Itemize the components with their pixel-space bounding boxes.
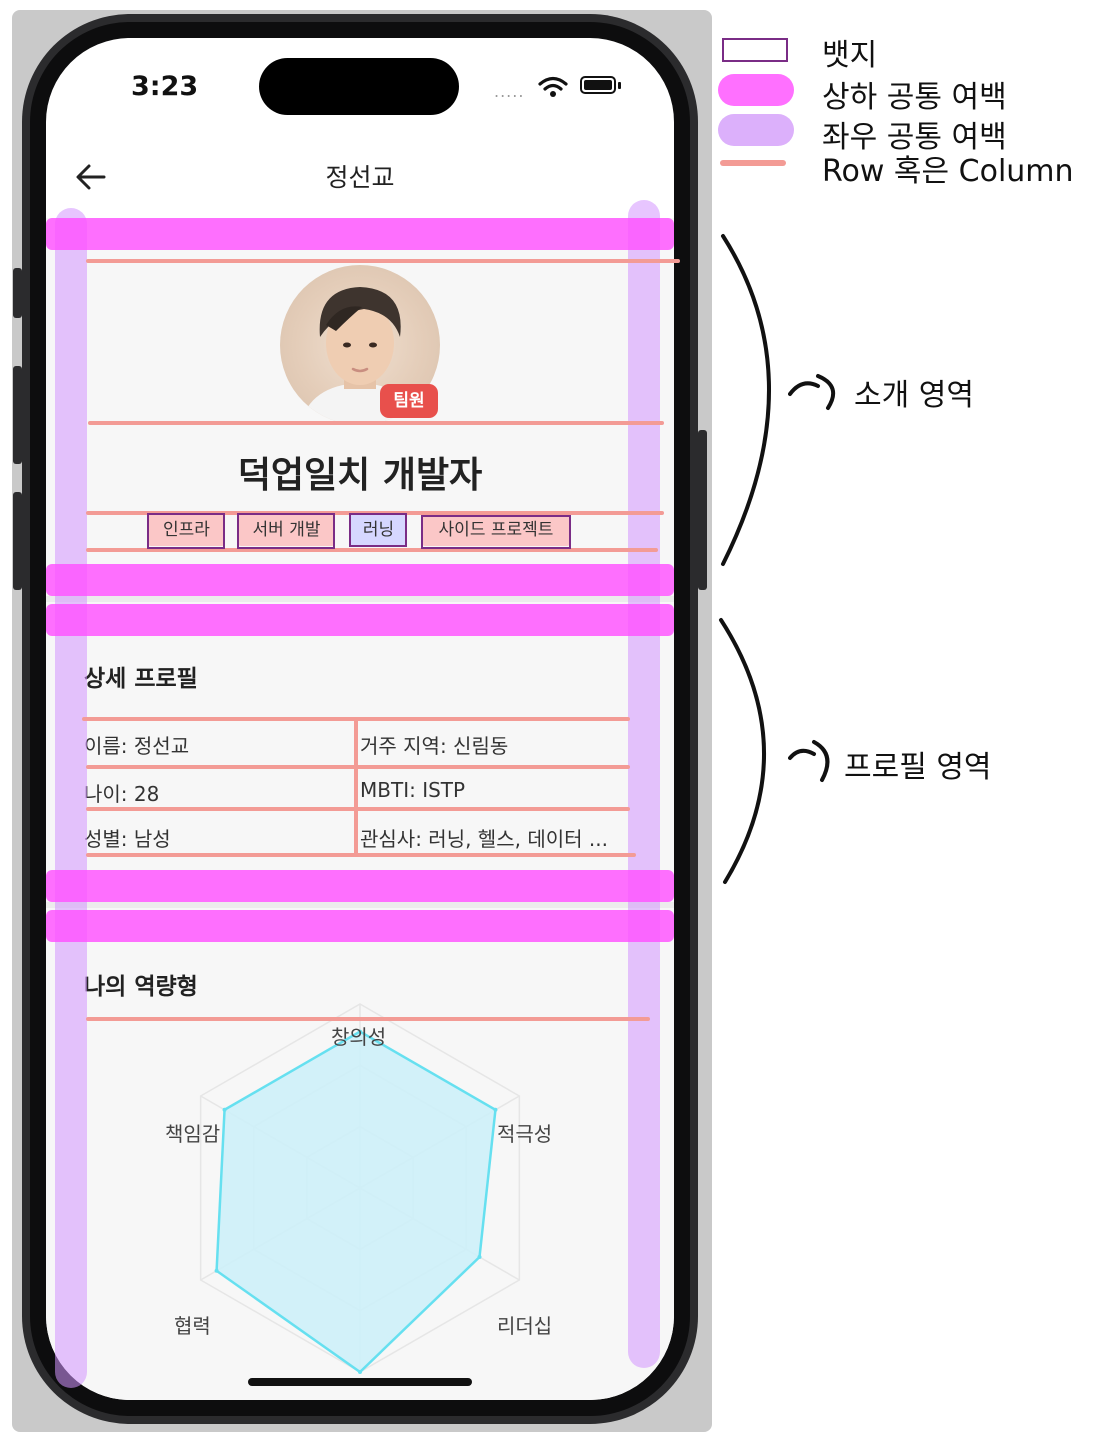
- vertical-margin-overlay: [46, 564, 674, 596]
- competency-radar-chart: [199, 1003, 521, 1374]
- profile-gender: 성별: 남성: [84, 827, 171, 851]
- section-divider: [46, 902, 674, 908]
- right-margin-overlay: [628, 200, 660, 1368]
- legend-swatch-row-column: [720, 160, 786, 166]
- row-line: [86, 1017, 650, 1021]
- radar-point: [493, 1107, 498, 1112]
- radar-label: 적극성: [497, 1122, 553, 1146]
- battery-icon: [580, 76, 616, 94]
- home-indicator: [248, 1378, 472, 1386]
- column-line: [354, 718, 358, 856]
- dynamic-island: [259, 58, 459, 115]
- badge-outline: [147, 513, 225, 549]
- row-line: [88, 421, 664, 425]
- radar-point: [214, 1268, 219, 1273]
- battery-cap: [618, 82, 621, 89]
- radar-point: [477, 1255, 482, 1259]
- radar-label: 리더십: [497, 1314, 553, 1338]
- radar-point: [222, 1107, 227, 1112]
- vertical-margin-overlay: [46, 218, 674, 250]
- legend-swatch-vertical-margin: [718, 74, 794, 106]
- badge-outline: [349, 513, 407, 547]
- legend-label: 뱃지: [822, 38, 878, 73]
- row-line: [86, 807, 630, 811]
- radar-point: [358, 1370, 362, 1374]
- curl-arrow-icon: [788, 740, 830, 782]
- action-button: [13, 268, 22, 318]
- job-title: 덕업일치 개발자: [237, 455, 483, 496]
- curl-arrow-icon: [788, 374, 836, 410]
- radar-label: 책임감: [165, 1122, 221, 1146]
- wifi-icon: [538, 76, 568, 97]
- vertical-margin-overlay: [46, 870, 674, 902]
- curly-brace-icon: [719, 234, 771, 884]
- page-title: 정선교: [325, 163, 395, 192]
- power-button: [698, 430, 707, 590]
- legend-label: 상하 공통 여백: [822, 80, 1007, 115]
- badge-outline: [237, 513, 335, 549]
- role-badge: 팀원: [380, 384, 438, 418]
- volume-up-button: [13, 366, 22, 464]
- signal-dots: .....: [494, 82, 525, 101]
- legend-label: Row 혹은 Column: [822, 154, 1074, 189]
- profile-age: 나이: 28: [84, 782, 160, 806]
- row-line: [86, 853, 636, 857]
- profile-region-label: 프로필 영역: [844, 750, 992, 785]
- radar-label: 창의성: [331, 1025, 387, 1049]
- legend-swatch-badge: [722, 38, 788, 62]
- profile-name: 이름: 정선교: [84, 734, 190, 758]
- profile-interests: 관심사: 러닝, 헬스, 데이터 ...: [360, 827, 608, 851]
- left-margin-overlay: [55, 208, 87, 1388]
- intro-region-label: 소개 영역: [854, 378, 974, 413]
- radar-label: 협력: [174, 1314, 211, 1338]
- status-time: 3:23: [131, 71, 199, 102]
- legend-swatch-horizontal-margin: [718, 114, 794, 146]
- vertical-margin-overlay: [46, 604, 674, 636]
- badge-outline: [421, 515, 571, 549]
- profile-residence: 거주 지역: 신림동: [360, 734, 509, 758]
- profile-mbti: MBTI: ISTP: [360, 778, 466, 802]
- vertical-margin-overlay: [46, 910, 674, 942]
- row-line: [86, 259, 680, 263]
- volume-down-button: [13, 492, 22, 590]
- section-divider: [46, 596, 674, 602]
- competency-section-title: 나의 역량형: [84, 974, 198, 1000]
- profile-section-title: 상세 프로필: [84, 666, 198, 692]
- radar-series-area: [215, 1030, 497, 1374]
- row-line: [86, 765, 630, 769]
